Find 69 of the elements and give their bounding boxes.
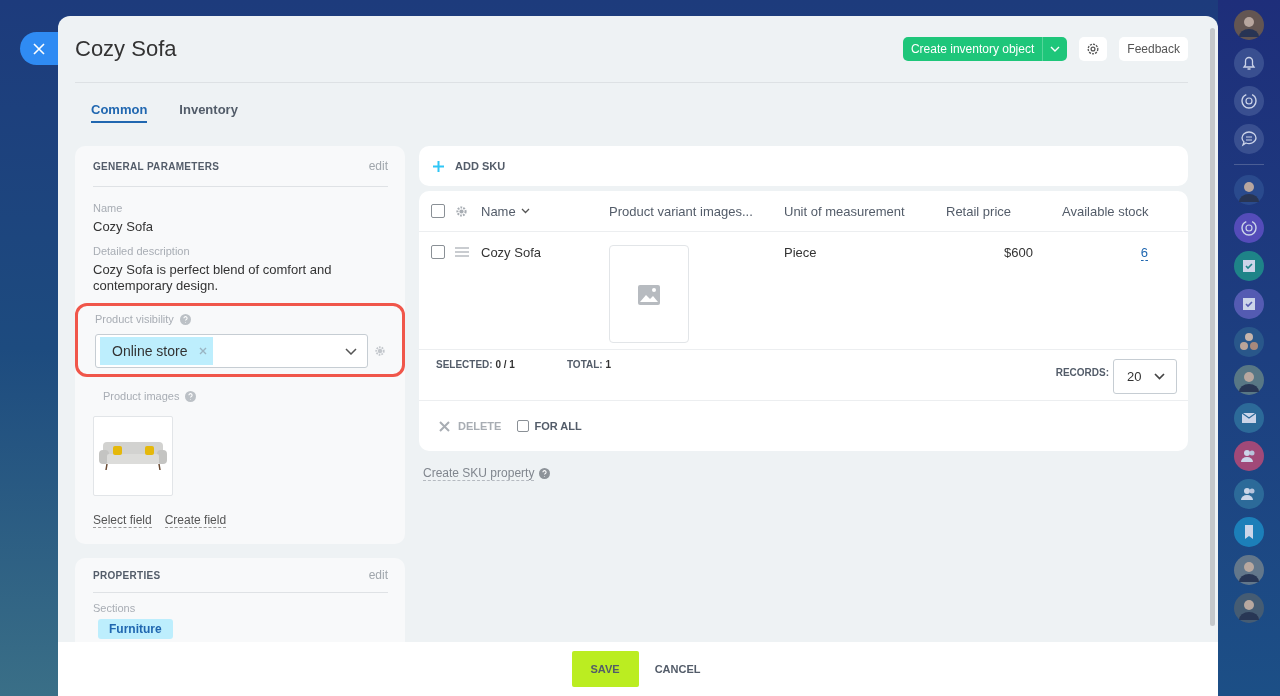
task-icon[interactable] xyxy=(1234,251,1264,281)
avatar-icon[interactable] xyxy=(1234,365,1264,395)
people-icon[interactable] xyxy=(1234,441,1264,471)
column-header[interactable]: Available stock xyxy=(1062,203,1188,219)
chat-icon[interactable] xyxy=(1234,124,1264,154)
column-header[interactable]: Unit of measurement xyxy=(784,203,946,219)
section-heading: PROPERTIES xyxy=(93,569,161,581)
field-value: Cozy Sofa is perfect blend of comfort and contemporary design. xyxy=(93,262,333,294)
settings-icon xyxy=(1086,42,1101,56)
visibility-select[interactable]: Online store xyxy=(95,334,368,368)
tab[interactable]: Inventory xyxy=(179,95,238,123)
section-heading: GENERAL PARAMETERS xyxy=(93,160,220,172)
image-icon xyxy=(638,285,660,305)
table-cell-text: Piece xyxy=(784,245,818,260)
drag-handle-icon[interactable] xyxy=(455,247,469,257)
field-label: Sections xyxy=(93,601,137,615)
records-label: RECORDS: xyxy=(1055,367,1109,378)
checkbox-label[interactable]: FOR ALL xyxy=(534,420,582,432)
help-icon xyxy=(179,313,191,325)
people-icon[interactable] xyxy=(1234,479,1264,509)
dashed-link[interactable]: Select field xyxy=(93,513,152,528)
checkbox[interactable] xyxy=(431,204,445,218)
bell-icon[interactable] xyxy=(1234,48,1264,78)
task-icon[interactable] xyxy=(1234,289,1264,319)
table-cell-text: $600 xyxy=(1003,245,1034,260)
avatar-icon[interactable] xyxy=(1234,10,1264,40)
selected-count: SELECTED: 0 / 1 xyxy=(436,359,515,372)
total-count: TOTAL: 1 xyxy=(566,359,611,372)
chevron-icon xyxy=(1154,373,1165,380)
feedback-button[interactable]: Feedback xyxy=(1119,37,1188,61)
avatar-icon[interactable] xyxy=(1234,593,1264,623)
close-button[interactable] xyxy=(20,32,58,65)
field-label: Product visibility xyxy=(95,312,174,326)
column-header[interactable]: Retail price xyxy=(946,203,1062,219)
chevron-icon xyxy=(345,347,357,355)
column-header[interactable]: Product variant images... xyxy=(609,203,784,219)
add-sku-button[interactable]: ADD SKU xyxy=(433,160,506,172)
field-label: Name xyxy=(93,201,124,215)
sort-caret-icon xyxy=(520,208,530,214)
tab[interactable]: Common xyxy=(91,95,148,123)
records-select[interactable]: 20 xyxy=(1113,359,1177,394)
column-header[interactable]: Name xyxy=(481,203,609,219)
section-tag: Furniture xyxy=(98,619,173,639)
plus-icon xyxy=(433,160,444,172)
table-cell-text: Cozy Sofa xyxy=(481,245,542,260)
checkbox[interactable] xyxy=(517,420,530,432)
group-avatar-icon[interactable] xyxy=(1234,327,1264,357)
avatar-icon[interactable] xyxy=(1234,175,1264,205)
help-icon xyxy=(185,390,197,402)
mail-icon[interactable] xyxy=(1234,403,1264,433)
page-title: Cozy Sofa xyxy=(75,36,177,62)
dashed-link[interactable]: Create field xyxy=(164,513,227,528)
save-button[interactable]: SAVE xyxy=(571,651,639,687)
settings-button[interactable] xyxy=(1079,37,1108,61)
tag: Online store xyxy=(100,337,214,365)
scrollbar[interactable] xyxy=(1210,28,1215,626)
close-icon xyxy=(33,42,45,55)
caret-icon xyxy=(1050,46,1061,52)
bookmark-icon[interactable] xyxy=(1234,517,1264,547)
field-label: Product images xyxy=(103,389,180,403)
close-icon xyxy=(439,420,450,432)
avatar-icon[interactable] xyxy=(1234,555,1264,585)
field-label: Detailed description xyxy=(93,244,191,258)
cancel-button[interactable]: CANCEL xyxy=(650,663,705,675)
field-value: Cozy Sofa xyxy=(93,219,154,235)
product-image-tile[interactable] xyxy=(93,416,173,496)
stock-link[interactable]: 6 xyxy=(1140,245,1148,261)
help-icon xyxy=(539,468,551,479)
checkbox[interactable] xyxy=(431,245,445,259)
